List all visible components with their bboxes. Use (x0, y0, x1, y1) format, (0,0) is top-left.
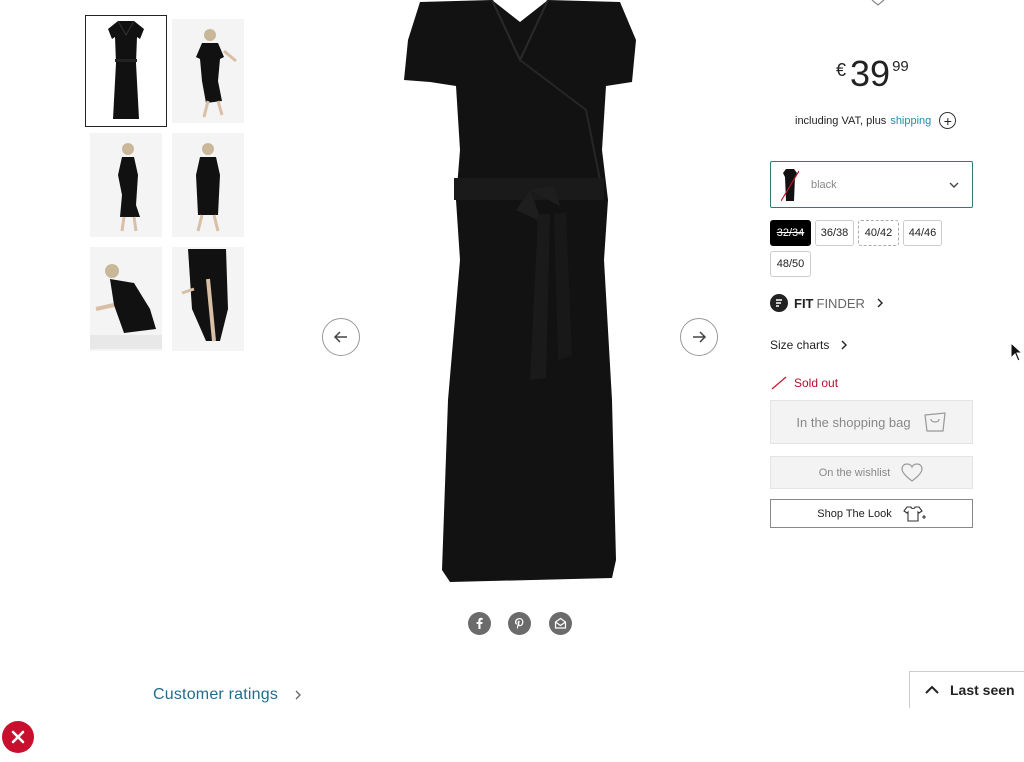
size-option-36-38[interactable]: 36/38 (815, 220, 854, 246)
chevron-right-icon (295, 690, 301, 700)
shirt-plus-icon (902, 505, 926, 522)
fit-finder-brand-light: FINDER (816, 295, 865, 311)
thumbnail-3[interactable] (90, 133, 162, 237)
sold-out-label: Sold out (794, 376, 839, 390)
email-icon (554, 617, 567, 629)
thumbnail-2[interactable] (172, 19, 244, 123)
thumbnail-1[interactable] (85, 15, 167, 127)
chevron-right-icon (841, 340, 848, 350)
shipping-link[interactable]: shipping (890, 115, 931, 127)
shop-the-look-button[interactable]: Shop The Look (770, 499, 973, 528)
add-to-bag-label: In the shopping bag (796, 414, 911, 430)
main-product-image (404, 0, 636, 582)
chevron-right-icon (877, 298, 883, 308)
dress-detail-image (181, 249, 228, 342)
vat-info: including VAT, plus shipping + (795, 112, 957, 129)
sold-out-slash-icon (771, 376, 787, 390)
facebook-icon (476, 617, 483, 629)
model-back-image (196, 143, 220, 232)
model-side-image (118, 143, 140, 232)
color-select[interactable]: black (770, 161, 973, 208)
color-select-label: black (811, 178, 837, 191)
fit-finder-logo-icon (770, 294, 788, 312)
thumbnail-4[interactable] (172, 133, 244, 237)
add-to-bag-button[interactable]: In the shopping bag (770, 400, 973, 444)
thumbnail-5[interactable] (90, 247, 162, 351)
share-facebook-button[interactable] (468, 612, 491, 635)
product-price: € 39 99 (836, 54, 909, 94)
model-seated-image (90, 264, 162, 349)
share-pinterest-button[interactable] (508, 612, 531, 635)
arrow-right-icon (693, 331, 707, 343)
price-decimals: 99 (892, 58, 909, 75)
size-option-44-46[interactable]: 44/46 (903, 220, 942, 246)
wishlist-label: On the wishlist (818, 466, 891, 479)
vat-text: including VAT, plus (795, 114, 887, 127)
shop-the-look-label: Shop The Look (817, 507, 892, 520)
price-integer: 39 (850, 53, 891, 94)
last-seen-label: Last seen (950, 682, 1015, 698)
model-walking-image (196, 29, 237, 118)
shopping-bag-icon (923, 412, 946, 432)
last-seen-tab[interactable]: Last seen (909, 671, 1024, 708)
pinterest-icon (515, 618, 524, 630)
plus-circle-icon[interactable]: + (939, 112, 957, 129)
mouse-cursor-icon (1010, 342, 1024, 362)
dress-front-image (108, 20, 144, 119)
availability-status: Sold out (770, 376, 838, 390)
partial-icon (871, 0, 885, 6)
customer-ratings-label: Customer ratings (153, 686, 279, 703)
size-charts-link[interactable]: Size charts (770, 338, 849, 352)
next-image-button[interactable] (680, 318, 718, 356)
bottom-bar (0, 708, 1024, 762)
chevron-up-icon (925, 685, 939, 694)
size-option-40-42[interactable]: 40/42 (858, 220, 899, 246)
fit-finder-link[interactable]: FIT FINDER (770, 294, 885, 312)
chevron-down-icon (949, 182, 959, 188)
size-charts-label: Size charts (770, 338, 830, 352)
color-swatch (781, 168, 799, 201)
close-icon (11, 730, 25, 744)
fit-finder-brand-bold: FIT (794, 295, 814, 311)
add-to-wishlist-button[interactable]: On the wishlist (770, 456, 973, 489)
heart-icon (901, 462, 923, 482)
share-email-button[interactable] (549, 612, 572, 635)
size-option-32-34[interactable]: 32/34 (770, 220, 811, 246)
thumbnail-6[interactable] (172, 247, 244, 351)
price-currency: € (836, 60, 847, 80)
previous-image-button[interactable] (322, 318, 360, 356)
customer-ratings-link[interactable]: Customer ratings (153, 686, 302, 704)
arrow-left-icon (333, 331, 347, 343)
size-option-48-50[interactable]: 48/50 (770, 251, 811, 277)
close-button[interactable] (2, 721, 34, 753)
